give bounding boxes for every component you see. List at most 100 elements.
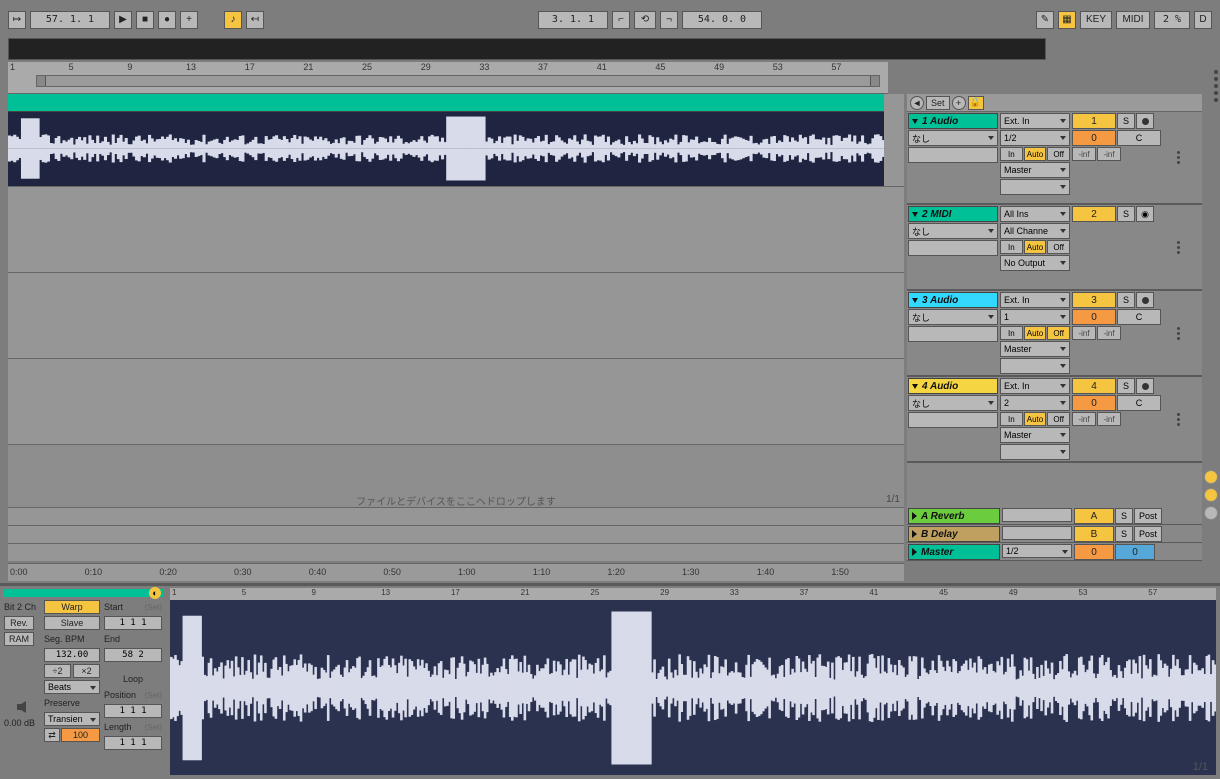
return-solo[interactable]: S bbox=[1115, 526, 1133, 542]
input-type-sel[interactable]: Ext. In bbox=[1000, 113, 1070, 129]
bpm-value[interactable]: 132.00 bbox=[44, 648, 100, 662]
track-header-3[interactable]: 3 Audio なし Ext. In 1 In Auto Off Master … bbox=[907, 291, 1202, 377]
pan-knob[interactable]: C bbox=[1117, 130, 1161, 146]
arm-btn[interactable] bbox=[1136, 113, 1154, 129]
monitor-off-btn[interactable]: Off bbox=[1047, 240, 1070, 254]
midi-map-btn[interactable]: MIDI bbox=[1116, 11, 1150, 29]
send-knob[interactable]: 0 bbox=[1072, 309, 1116, 325]
monitor-in-btn[interactable]: In bbox=[1000, 240, 1023, 254]
lock-btn[interactable]: 🔒 bbox=[968, 96, 984, 110]
return-lane-a[interactable] bbox=[8, 507, 904, 525]
resize-handle[interactable] bbox=[1171, 377, 1185, 461]
output-ch-sel[interactable] bbox=[1000, 358, 1070, 374]
clip-waveform-area[interactable]: 159131721252933374145495357 1/1 bbox=[170, 600, 1216, 775]
len-set[interactable]: (Set) bbox=[145, 720, 162, 734]
monitor-off-btn[interactable]: Off bbox=[1047, 326, 1070, 340]
master-send-b[interactable]: 0 bbox=[1115, 544, 1155, 560]
cue-out-sel[interactable]: 1/2 bbox=[1002, 544, 1072, 558]
pos-set[interactable]: (Set) bbox=[145, 688, 162, 702]
send-knob[interactable]: 0 bbox=[1072, 130, 1116, 146]
return-activator[interactable]: A bbox=[1074, 508, 1114, 524]
arrangement-overview[interactable] bbox=[8, 38, 1046, 60]
drag-handle-icon[interactable] bbox=[1214, 70, 1218, 102]
warp-btn[interactable]: Warp bbox=[44, 600, 100, 614]
track-activator[interactable]: 1 bbox=[1072, 113, 1116, 129]
track-name[interactable]: 1 Audio bbox=[908, 113, 998, 129]
device-slot[interactable] bbox=[908, 240, 998, 256]
fold-icon[interactable] bbox=[912, 298, 918, 303]
time-ruler[interactable]: 0:000:100:200:300:400:501:001:101:201:30… bbox=[8, 563, 904, 581]
io-section-toggle[interactable] bbox=[1204, 470, 1218, 484]
track-name[interactable]: 4 Audio bbox=[908, 378, 998, 394]
output-sel[interactable]: Master bbox=[1000, 427, 1070, 443]
return-slot[interactable] bbox=[1002, 526, 1072, 540]
clip-header[interactable] bbox=[8, 94, 884, 112]
return-slot[interactable] bbox=[1002, 508, 1072, 522]
pan-knob[interactable]: C bbox=[1117, 309, 1161, 325]
draw-mode-btn[interactable]: ✎ bbox=[1036, 11, 1054, 29]
monitor-auto-btn[interactable]: Auto bbox=[1024, 326, 1047, 340]
return-solo[interactable]: S bbox=[1115, 508, 1133, 524]
track-header-2[interactable]: 2 MIDI なし All Ins All Channe In Auto Off… bbox=[907, 205, 1202, 291]
track-lane-4[interactable] bbox=[8, 359, 904, 445]
input-type-sel[interactable]: Ext. In bbox=[1000, 378, 1070, 394]
resize-handle[interactable] bbox=[1171, 205, 1185, 289]
punch-out-btn[interactable]: ¬ bbox=[660, 11, 678, 29]
track-name[interactable]: 2 MIDI bbox=[908, 206, 998, 222]
double-tempo-btn[interactable]: ×2 bbox=[73, 664, 100, 678]
input-type-sel[interactable]: All Ins bbox=[1000, 206, 1070, 222]
arrangement-scroll[interactable] bbox=[36, 75, 880, 87]
device-slot[interactable] bbox=[908, 412, 998, 428]
slave-btn[interactable]: Slave bbox=[44, 616, 100, 630]
return-track-b[interactable]: B Delay B S Post bbox=[907, 525, 1202, 543]
fold-icon[interactable] bbox=[912, 384, 918, 389]
loop-btn[interactable]: ⟲ bbox=[634, 11, 656, 29]
resize-handle[interactable] bbox=[1171, 112, 1185, 203]
song-position[interactable]: 57. 1. 1 bbox=[30, 11, 110, 29]
start-set[interactable]: (Set) bbox=[145, 600, 162, 614]
fold-icon[interactable] bbox=[912, 119, 918, 124]
half-tempo-btn[interactable]: ÷2 bbox=[44, 664, 71, 678]
device-slot[interactable] bbox=[908, 326, 998, 342]
input-channel-sel[interactable]: 1/2 bbox=[1000, 130, 1070, 146]
track-lane-3[interactable] bbox=[8, 273, 904, 359]
monitor-sel[interactable]: なし bbox=[908, 395, 998, 411]
output-ch-sel[interactable] bbox=[1000, 444, 1070, 460]
track-lane-2[interactable] bbox=[8, 187, 904, 273]
track-activator[interactable]: 2 bbox=[1072, 206, 1116, 222]
loop-toggle-btn[interactable]: ⇄ bbox=[44, 728, 60, 742]
set-btn[interactable]: Set bbox=[926, 96, 950, 110]
track-lane-1[interactable] bbox=[8, 94, 904, 187]
play-btn[interactable]: ▶ bbox=[114, 11, 132, 29]
post-btn[interactable]: Post bbox=[1134, 526, 1162, 542]
back-to-arrangement-btn[interactable]: ↤ bbox=[246, 11, 264, 29]
monitor-in-btn[interactable]: In bbox=[1000, 326, 1023, 340]
envelope-val[interactable]: 100 bbox=[61, 728, 100, 742]
start-value[interactable]: 1 1 1 bbox=[104, 616, 162, 630]
device-slot[interactable] bbox=[908, 147, 998, 163]
monitor-auto-btn[interactable]: Auto bbox=[1024, 412, 1047, 426]
track-header-4[interactable]: 4 Audio なし Ext. In 2 In Auto Off Master … bbox=[907, 377, 1202, 463]
loop-length[interactable]: 54. 0. 0 bbox=[682, 11, 762, 29]
input-type-sel[interactable]: Ext. In bbox=[1000, 292, 1070, 308]
track-header-1[interactable]: 1 Audio なし Ext. In 1/2 In Auto Off Maste… bbox=[907, 112, 1202, 205]
monitor-auto-btn[interactable]: Auto bbox=[1024, 240, 1047, 254]
ram-btn[interactable]: RAM bbox=[4, 632, 34, 646]
arrangement-view[interactable]: ファイルとデバイスをここへドロップします 1/1 bbox=[8, 94, 904, 561]
input-channel-sel[interactable]: 1 bbox=[1000, 309, 1070, 325]
fold-icon[interactable] bbox=[912, 212, 918, 217]
output-sel[interactable]: Master bbox=[1000, 341, 1070, 357]
follow-btn[interactable]: ↦ bbox=[8, 11, 26, 29]
solo-btn[interactable]: S bbox=[1117, 113, 1135, 129]
computer-midi-btn[interactable]: ▦ bbox=[1058, 11, 1076, 29]
record-btn[interactable]: ● bbox=[158, 11, 176, 29]
monitor-off-btn[interactable]: Off bbox=[1047, 147, 1070, 161]
solo-btn[interactable]: S bbox=[1117, 378, 1135, 394]
monitor-in-btn[interactable]: In bbox=[1000, 412, 1023, 426]
monitor-sel[interactable]: なし bbox=[908, 223, 998, 239]
resize-handle[interactable] bbox=[1171, 291, 1185, 375]
warp-mode-sel[interactable]: Beats bbox=[44, 680, 100, 694]
return-activator[interactable]: B bbox=[1074, 526, 1114, 542]
automation-arm-btn[interactable]: ♪ bbox=[224, 11, 242, 29]
send-knob[interactable]: 0 bbox=[1072, 395, 1116, 411]
